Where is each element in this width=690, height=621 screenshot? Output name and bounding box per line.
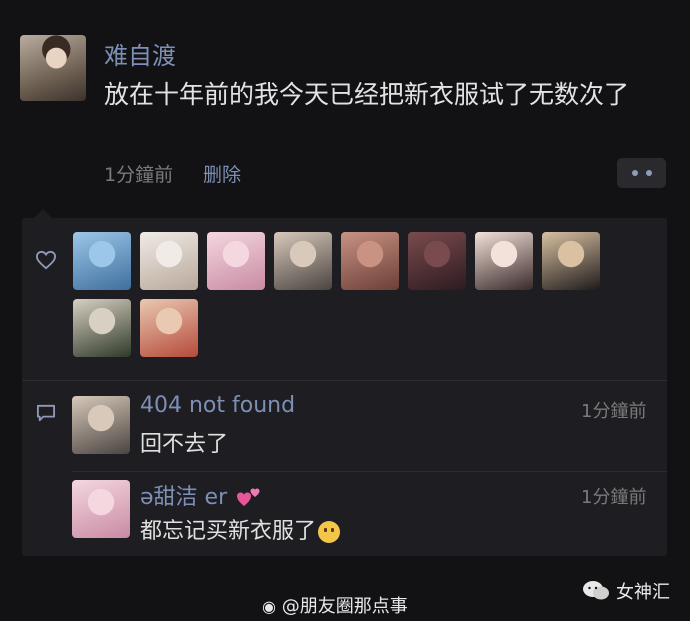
like-avatar-girl-smile[interactable] [475,232,533,290]
wechat-watermark: 女神汇 [582,578,670,604]
heart-outline-icon [35,250,57,270]
comment-avatar[interactable] [72,480,130,538]
comment-divider [72,471,667,472]
post-time: 1分鐘前 [104,164,174,186]
weibo-icon: ◉ [262,597,276,616]
comment-time: 1分鐘前 [581,401,647,422]
like-avatar-anime-blue[interactable] [73,232,131,290]
post-text: 放在十年前的我今天已经把新衣服试了无数次了 [104,80,630,109]
comment-time: 1分鐘前 [581,487,647,508]
author-avatar[interactable] [20,35,86,101]
author-name[interactable]: 难自渡 [104,36,176,71]
wechat-icon [583,581,609,600]
moment-post: 难自渡 放在十年前的我今天已经把新衣服试了无数次了 1分鐘前 删除 404 no… [0,0,690,621]
like-avatar-girl-green[interactable] [73,299,131,357]
like-avatar-girl-red[interactable] [140,299,198,357]
likes-comments-divider [22,380,667,381]
like-avatar-girl-dark[interactable] [408,232,466,290]
more-dot-icon [631,170,638,176]
pink-hearts-emoji [237,488,260,506]
like-avatar-closeup[interactable] [341,232,399,290]
like-avatar-girl-scarf[interactable] [274,232,332,290]
weibo-watermark: ◉ @朋友圈那点事 [262,592,408,618]
more-dot-icon [645,170,652,176]
comment-text: 回不去了 [140,432,229,457]
comment-icon [37,404,55,422]
comment-text-row: 都忘记买新衣服了 [140,513,341,545]
wechat-account-name: 女神汇 [616,582,670,603]
like-avatar-white-dog[interactable] [140,232,198,290]
comment-text: 都忘记买新衣服了 [140,519,317,544]
like-avatar-cartoon-black[interactable] [542,232,600,290]
like-avatar-anime-pink[interactable] [207,232,265,290]
more-options-button[interactable] [617,158,666,188]
comment-author[interactable]: 404 not found [140,393,295,418]
delete-link[interactable]: 删除 [203,160,241,187]
panel-caret [34,209,52,218]
comment-avatar[interactable] [72,396,130,454]
comment-author-row: ə甜洁 er [140,479,262,511]
comment-author[interactable]: ə甜洁 er [140,485,227,510]
weibo-handle: @朋友圈那点事 [281,596,408,617]
crying-face-emoji [318,521,341,543]
